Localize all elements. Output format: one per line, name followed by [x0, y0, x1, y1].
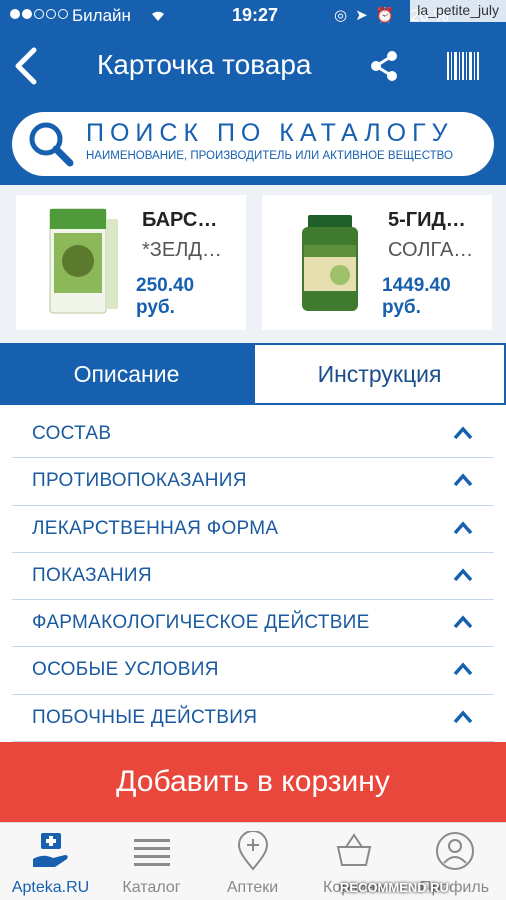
map-pin-plus-icon — [237, 831, 269, 871]
signal-dots — [10, 9, 68, 19]
search-icon — [29, 122, 74, 167]
tabbar-label: Аптеки — [226, 879, 279, 896]
tab-instruction[interactable]: Инструкция — [253, 343, 506, 405]
pharmacy-hand-icon — [33, 833, 68, 867]
catalog-search-field[interactable]: ПОИСК ПО КАТАЛОГУ НАИМЕНОВАНИЕ, ПРОИЗВОД… — [12, 112, 494, 176]
profile-icon — [436, 832, 474, 870]
product-name: 5-ГИД… — [388, 209, 466, 231]
chevron-up-icon — [453, 662, 473, 676]
search-title: ПОИСК ПО КАТАЛОГУ — [86, 119, 454, 147]
accordion-sections: СОСТАВ ПРОТИВОПОКАЗАНИЯ ЛЕКАРСТВЕННАЯ ФО… — [0, 411, 506, 743]
wifi-icon — [148, 6, 168, 27]
section-label: ПОКАЗАНИЯ — [32, 564, 152, 586]
product-bottle-image — [302, 215, 358, 311]
chevron-up-icon — [453, 426, 473, 440]
section-row[interactable]: ПОКАЗАНИЯ — [12, 553, 494, 601]
page-title: Карточка товара — [97, 49, 312, 80]
carrier-name: Билайн — [72, 6, 131, 25]
add-to-cart-button[interactable]: Добавить в корзину — [0, 742, 506, 822]
product-card[interactable]: 5-ГИД… СОЛГА… 1449.40 руб. — [262, 195, 492, 330]
status-icons: ◎ ➤ ⏰ — [334, 6, 394, 24]
navigation-bar: Карточка товара — [0, 32, 506, 102]
basket-icon — [336, 833, 372, 866]
section-label: ЛЕКАРСТВЕННАЯ ФОРМА — [32, 517, 279, 539]
tabbar-item-home[interactable]: Apteka.RU — [0, 823, 101, 900]
product-box-image — [49, 208, 118, 314]
chevron-up-icon — [453, 568, 473, 582]
share-icon[interactable] — [366, 48, 402, 84]
product-maker: *ЗЕЛД… — [142, 239, 222, 261]
clock: 19:27 — [232, 5, 279, 25]
alarm-icon: ⏰ — [375, 7, 395, 24]
section-row[interactable]: СОСТАВ — [12, 411, 494, 459]
section-row[interactable]: ПОБОЧНЫЕ ДЕЙСТВИЯ — [12, 695, 494, 743]
section-label: ОСОБЫЕ УСЛОВИЯ — [32, 659, 219, 681]
status-bar: Билайн 19:27 ◎ ➤ ⏰ 26 % la_petite_july — [0, 0, 506, 32]
back-arrow-icon[interactable] — [8, 44, 44, 88]
section-row[interactable]: ЛЕКАРСТВЕННАЯ ФОРМА — [12, 506, 494, 553]
product-card[interactable]: БАРС… *ЗЕЛД… 250.40 руб. — [16, 195, 246, 330]
chevron-up-icon — [453, 473, 473, 487]
section-label: ПРОТИВОПОКАЗАНИЯ — [32, 470, 247, 492]
chevron-up-icon — [453, 615, 473, 629]
tabbar-label: Apteka.RU — [11, 879, 90, 896]
product-maker: СОЛГА… — [388, 239, 474, 261]
section-label: ФАРМАКОЛОГИЧЕСКОЕ ДЕЙСТВИЕ — [32, 612, 370, 634]
product-price: 250.40 руб. — [136, 275, 195, 318]
watermark-recommend: RECOMMEND.RU — [340, 880, 450, 895]
header-area: Билайн 19:27 ◎ ➤ ⏰ 26 % la_petite_july К… — [0, 0, 506, 185]
tab-description[interactable]: Описание — [0, 343, 253, 405]
chevron-up-icon — [453, 520, 473, 534]
barcode-icon[interactable] — [446, 50, 480, 82]
list-icon — [134, 839, 170, 866]
section-row[interactable]: ФАРМАКОЛОГИЧЕСКОЕ ДЕЙСТВИЕ — [12, 600, 494, 648]
tabbar-item-catalog[interactable]: Каталог — [101, 823, 202, 900]
location-icon: ➤ — [355, 7, 368, 24]
section-label: СОСТАВ — [32, 423, 112, 444]
section-row[interactable]: ОСОБЫЕ УСЛОВИЯ — [12, 647, 494, 695]
related-products: БАРС… *ЗЕЛД… 250.40 руб. 5-ГИД… СОЛГА… 1… — [0, 185, 506, 343]
tabbar-label: Каталог — [122, 879, 181, 896]
section-row[interactable]: ПРОТИВОПОКАЗАНИЯ — [12, 458, 494, 506]
tab-bar-description: Описание Инструкция — [0, 343, 506, 405]
chevron-up-icon — [453, 710, 473, 723]
product-name: БАРС… — [142, 209, 218, 231]
section-label: ПОБОЧНЫЕ ДЕЙСТВИЯ — [32, 706, 258, 728]
tabbar-item-pharmacies[interactable]: Аптеки — [202, 823, 303, 900]
product-price: 1449.40 руб. — [382, 275, 451, 318]
lock-rotation-icon: ◎ — [334, 7, 348, 24]
search-hint: НАИМЕНОВАНИЕ, ПРОИЗВОДИТЕЛЬ ИЛИ АКТИВНОЕ… — [86, 150, 453, 162]
watermark-username: la_petite_july — [410, 0, 506, 22]
